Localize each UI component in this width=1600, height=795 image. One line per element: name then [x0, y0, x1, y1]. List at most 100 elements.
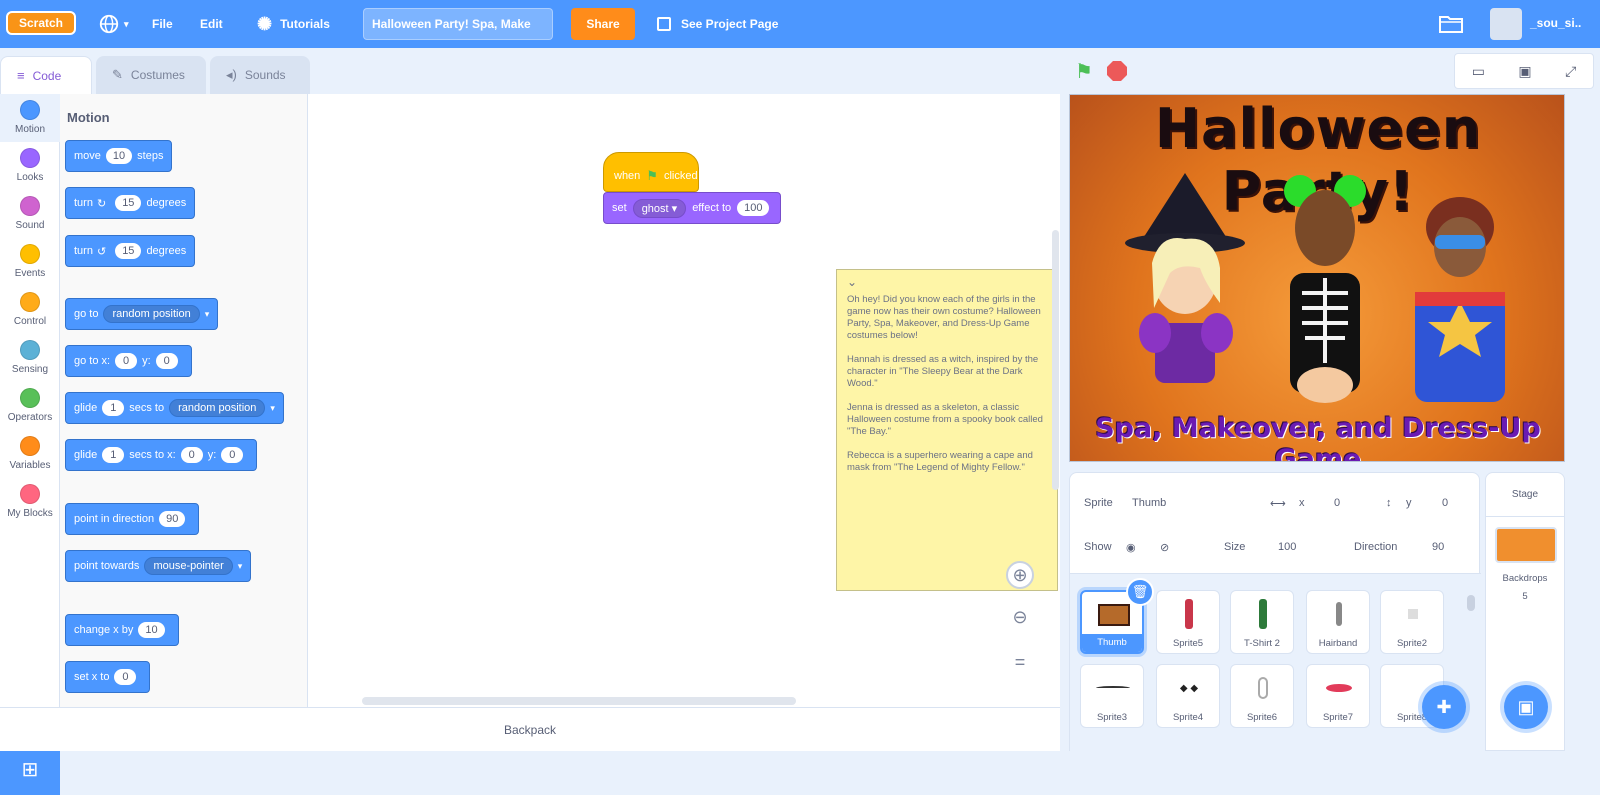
stop-button[interactable] — [1107, 61, 1127, 81]
folder-icon[interactable] — [1438, 12, 1464, 34]
block-input[interactable]: 15 — [115, 195, 142, 211]
size-input[interactable]: 100 — [1278, 541, 1296, 553]
category-motion[interactable]: Motion — [0, 94, 60, 142]
see-project-page-button[interactable]: See Project Page — [657, 0, 778, 48]
block-dropdown[interactable]: mouse-pointer — [144, 557, 233, 575]
block-text: glide — [74, 402, 98, 414]
block-go-to-xy[interactable]: go to x: 0 y: 0 — [65, 345, 192, 377]
tab-sounds[interactable]: ◂) Sounds — [210, 56, 310, 94]
comment-text[interactable]: Hannah is dressed as a witch, inspired b… — [847, 354, 1047, 390]
block-dropdown[interactable]: random position — [169, 399, 266, 417]
block-input[interactable]: 0 — [114, 669, 137, 685]
sprite-name-input[interactable]: Thumb — [1132, 497, 1166, 509]
block-input[interactable]: 10 — [105, 148, 133, 164]
stage-thumbnail — [1495, 527, 1557, 563]
category-sensing[interactable]: Sensing — [0, 334, 60, 382]
y-position-input[interactable]: 0 — [1442, 497, 1448, 509]
sprite-tile[interactable]: ◆ ◆ Sprite4 — [1156, 664, 1220, 728]
category-my-blocks[interactable]: My Blocks — [0, 478, 60, 526]
avatar[interactable] — [1490, 8, 1522, 40]
category-events[interactable]: Events — [0, 238, 60, 286]
share-button[interactable]: Share — [571, 8, 635, 40]
delete-sprite-button[interactable]: 🗑 — [1126, 578, 1154, 606]
block-input[interactable]: 100 — [737, 200, 770, 216]
sprite-list-scrollbar[interactable] — [1467, 595, 1475, 611]
choose-sprite-button[interactable]: ✚ — [1422, 685, 1466, 729]
block-input[interactable]: 0 — [155, 353, 178, 369]
block-input[interactable]: 0 — [221, 447, 244, 463]
comment-text[interactable]: Oh hey! Did you know each of the girls i… — [847, 294, 1047, 342]
block-input[interactable]: 90 — [159, 511, 186, 527]
block-move-steps[interactable]: move 10 steps — [65, 140, 173, 172]
sprite-tile[interactable]: Sprite6 — [1230, 664, 1294, 728]
zoom-in-button[interactable]: ⊕ — [1006, 561, 1034, 589]
zoom-reset-button[interactable]: = — [1006, 648, 1034, 676]
script-comment[interactable]: ⌄ Oh hey! Did you know each of the girls… — [836, 269, 1058, 591]
category-looks[interactable]: Looks — [0, 142, 60, 190]
file-menu[interactable]: File — [152, 0, 173, 48]
category-sound[interactable]: Sound — [0, 190, 60, 238]
show-visible-icon[interactable]: ◉ — [1126, 541, 1136, 554]
block-turn-right[interactable]: turn ↻ 15 degrees — [65, 187, 196, 219]
block-set-x[interactable]: set x to 0 — [65, 661, 151, 693]
block-go-to[interactable]: go to random position ▾ — [65, 298, 219, 330]
small-stage-icon[interactable]: ▭ — [1472, 63, 1485, 80]
sprite-tile[interactable]: Sprite7 — [1306, 664, 1370, 728]
rotate-left-icon: ↺ — [96, 245, 107, 258]
block-change-x[interactable]: change x by 10 — [65, 614, 179, 646]
zoom-out-button[interactable]: ⊖ — [1006, 603, 1034, 631]
backpack[interactable]: Backpack — [0, 707, 1060, 751]
block-input[interactable]: 0 — [115, 353, 138, 369]
block-input[interactable]: 10 — [138, 622, 165, 638]
block-point-towards[interactable]: point towards mouse-pointer ▾ — [65, 550, 252, 582]
block-input[interactable]: 15 — [115, 243, 142, 259]
horizontal-scrollbar[interactable] — [362, 697, 796, 705]
block-input[interactable]: 1 — [102, 400, 125, 416]
block-text: point in direction — [74, 513, 155, 525]
green-flag-button[interactable]: ⚑ — [1075, 59, 1099, 83]
sprite-tile[interactable]: Sprite5 — [1156, 590, 1220, 654]
block-glide-xy[interactable]: glide 1 secs to x: 0 y: 0 — [65, 439, 258, 471]
direction-input[interactable]: 90 — [1432, 541, 1444, 553]
stage-subtitle-text: Spa, Makeover, and Dress-Up Game — [1095, 413, 1541, 462]
category-control[interactable]: Control — [0, 286, 60, 334]
choose-backdrop-button[interactable]: ▣ — [1504, 685, 1548, 729]
block-glide-random[interactable]: glide 1 secs to random position ▾ — [65, 392, 284, 424]
block-set-effect[interactable]: set ghost ▾ effect to 100 — [603, 192, 781, 224]
block-dropdown[interactable]: ghost ▾ — [632, 198, 687, 218]
block-turn-left[interactable]: turn ↺ 15 degrees — [65, 235, 196, 267]
tab-costumes[interactable]: ✎ Costumes — [96, 56, 206, 94]
add-extension-button[interactable]: ⊞ — [0, 744, 60, 795]
stage[interactable]: Halloween Party! Spa, Makeover, and Dres… — [1069, 94, 1565, 462]
block-input[interactable]: 0 — [180, 447, 203, 463]
x-position-input[interactable]: 0 — [1334, 497, 1340, 509]
sprite-tile[interactable]: Sprite3 — [1080, 664, 1144, 728]
category-variables[interactable]: Variables — [0, 430, 60, 478]
sprite-tile[interactable]: Sprite2 — [1380, 590, 1444, 654]
category-label: Sound — [15, 220, 45, 231]
extension-icon: ⊞ — [21, 759, 39, 781]
category-operators[interactable]: Operators — [0, 382, 60, 430]
tab-code[interactable]: ≡ Code — [0, 56, 92, 94]
hide-invisible-icon[interactable]: ⊘ — [1160, 541, 1169, 554]
block-point-in-direction[interactable]: point in direction 90 — [65, 503, 200, 535]
comment-header[interactable]: ⌄ — [847, 270, 1047, 294]
block-input[interactable]: 1 — [102, 447, 125, 463]
chevron-down-icon[interactable]: ⌄ — [847, 276, 857, 288]
tutorials-menu[interactable]: ✺ Tutorials — [257, 0, 330, 48]
category-dot-icon — [20, 340, 40, 360]
block-dropdown[interactable]: random position — [103, 305, 200, 323]
edit-menu[interactable]: Edit — [200, 0, 223, 48]
vertical-scrollbar[interactable] — [1052, 230, 1059, 490]
large-stage-icon[interactable]: ▣ — [1518, 63, 1531, 80]
comment-text[interactable]: Jenna is dressed as a skeleton, a classi… — [847, 402, 1047, 438]
scratch-logo[interactable]: Scratch — [6, 11, 76, 35]
sprite-tile[interactable]: T-Shirt 2 — [1230, 590, 1294, 654]
sprite-tile[interactable]: Hairband — [1306, 590, 1370, 654]
block-when-flag-clicked[interactable]: when ⚑ clicked — [603, 152, 699, 192]
fullscreen-icon[interactable]: ⤢ — [1565, 63, 1576, 80]
comment-text[interactable]: Rebecca is a superhero wearing a cape an… — [847, 450, 1047, 474]
project-title-input[interactable]: Halloween Party! Spa, Make — [363, 8, 553, 40]
language-menu[interactable]: ▾ — [98, 0, 129, 48]
account-username[interactable]: _sou_si.. — [1530, 16, 1581, 30]
